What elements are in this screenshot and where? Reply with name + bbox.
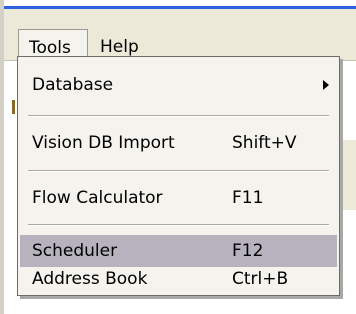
- menu-item-shortcut: F11: [232, 188, 264, 208]
- menu-item-label: Database: [32, 75, 114, 95]
- menu-item-shortcut: Shift+V: [232, 133, 297, 153]
- menu-item-flow-calculator[interactable]: Flow Calculator F11: [20, 182, 337, 214]
- menu-item-label: Address Book: [32, 269, 148, 289]
- menu-item-shortcut: Ctrl+B: [232, 269, 289, 289]
- tools-dropdown-menu: Database Vision DB Import Shift+V Flow C…: [17, 56, 340, 296]
- menu-separator: [28, 224, 329, 226]
- menu-tools-label: Tools: [29, 38, 71, 58]
- menu-item-label: Vision DB Import: [32, 133, 175, 153]
- menu-help-label: Help: [100, 37, 139, 57]
- underlying-window-edge: [12, 100, 15, 114]
- menu-separator: [28, 170, 329, 172]
- submenu-arrow-icon: [323, 80, 329, 90]
- menu-item-address-book[interactable]: Address Book Ctrl+B: [20, 263, 337, 295]
- underlying-panel: [338, 140, 356, 210]
- menu-separator: [28, 115, 329, 117]
- menu-item-database[interactable]: Database: [20, 69, 337, 101]
- menu-item-label: Flow Calculator: [32, 188, 163, 208]
- menu-item-vision-db-import[interactable]: Vision DB Import Shift+V: [20, 127, 337, 159]
- menu-bar: Tools Help: [4, 9, 356, 65]
